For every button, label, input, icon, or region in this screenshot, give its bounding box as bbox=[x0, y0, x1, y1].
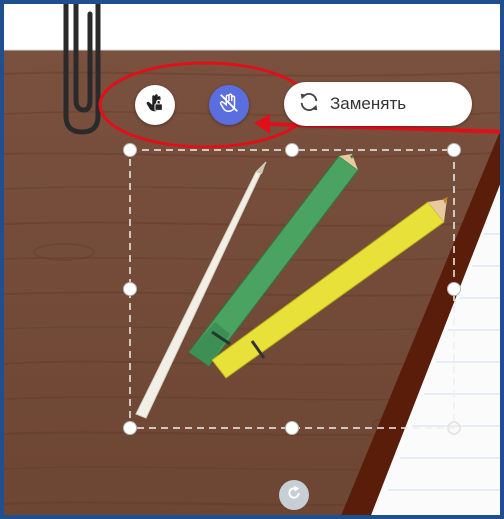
replace-button[interactable]: Заменять bbox=[284, 82, 472, 126]
disable-interaction-button[interactable] bbox=[209, 85, 249, 125]
rotate-button[interactable] bbox=[279, 480, 309, 510]
slide-frame: Заменять bbox=[0, 0, 504, 519]
resize-handle-bottom-right[interactable] bbox=[447, 421, 461, 435]
lock-button[interactable] bbox=[135, 85, 175, 125]
refresh-icon bbox=[298, 91, 320, 118]
resize-handle-top-center[interactable] bbox=[285, 143, 299, 157]
top-band bbox=[4, 4, 500, 50]
rotate-icon bbox=[286, 485, 302, 506]
resize-handle-bottom-center[interactable] bbox=[285, 421, 299, 435]
resize-handle-top-right[interactable] bbox=[447, 143, 461, 157]
resize-handle-middle-right[interactable] bbox=[447, 282, 461, 296]
replace-label: Заменять bbox=[330, 94, 407, 113]
resize-handle-bottom-left[interactable] bbox=[123, 421, 137, 435]
hand-off-icon bbox=[218, 92, 240, 119]
hand-lock-icon bbox=[144, 92, 166, 119]
resize-handle-top-left[interactable] bbox=[123, 143, 137, 157]
resize-handle-middle-left[interactable] bbox=[123, 282, 137, 296]
